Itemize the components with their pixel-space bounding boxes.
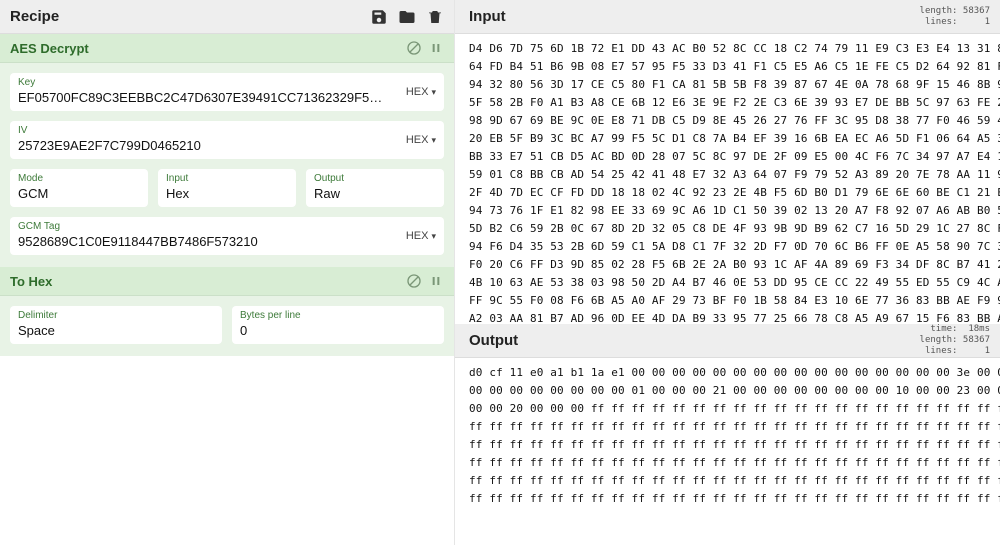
input-meta: length: 58367 lines: 1	[920, 6, 990, 28]
key-value[interactable]: EF05700FC89C3EEBBC2C47D6307E39491CC71362…	[18, 89, 436, 105]
gcm-tag-format-selector[interactable]: HEX▾	[406, 230, 436, 242]
disable-op-icon[interactable]	[406, 40, 422, 56]
output-format-field[interactable]: Output Raw	[306, 169, 444, 207]
iv-value[interactable]: 25723E9AE2F7C799D0465210	[18, 137, 436, 153]
pause-op-icon[interactable]	[428, 40, 444, 56]
mode-field[interactable]: Mode GCM	[10, 169, 148, 207]
op-name: To Hex	[10, 274, 400, 289]
recipe-empty-area[interactable]	[0, 356, 454, 545]
input-format-label: Input	[166, 173, 288, 185]
op-body-aes-decrypt: Key EF05700FC89C3EEBBC2C47D6307E39491CC7…	[0, 63, 454, 267]
disable-op-icon[interactable]	[406, 273, 422, 289]
output-format-value[interactable]: Raw	[314, 185, 436, 201]
output-format-label: Output	[314, 173, 436, 185]
recipe-header: Recipe	[0, 0, 454, 34]
op-header-aes-decrypt[interactable]: AES Decrypt	[0, 34, 454, 63]
input-block: Input length: 58367 lines: 1 D4 D6 7D 75…	[455, 0, 1000, 324]
gcm-tag-value[interactable]: 9528689C1C0E9118447BB7486F573210	[18, 233, 436, 249]
iv-format-selector[interactable]: HEX▾	[406, 134, 436, 146]
key-label: Key	[18, 77, 436, 89]
io-panel: Input length: 58367 lines: 1 D4 D6 7D 75…	[455, 0, 1000, 545]
bpl-value[interactable]: 0	[240, 322, 436, 338]
iv-label: IV	[18, 125, 436, 137]
op-body-to-hex: Delimiter Space Bytes per line 0	[0, 296, 454, 356]
save-icon[interactable]	[370, 8, 388, 26]
output-title: Output	[469, 332, 920, 349]
pause-op-icon[interactable]	[428, 273, 444, 289]
input-hex-area[interactable]: D4 D6 7D 75 6D 1B 72 E1 DD 43 AC B0 52 8…	[455, 34, 1000, 324]
input-format-field[interactable]: Input Hex	[158, 169, 296, 207]
op-name: AES Decrypt	[10, 41, 400, 56]
bpl-label: Bytes per line	[240, 310, 436, 322]
mode-value[interactable]: GCM	[18, 185, 140, 201]
output-hex-area[interactable]: d0 cf 11 e0 a1 b1 1a e1 00 00 00 00 00 0…	[455, 358, 1000, 545]
delimiter-value[interactable]: Space	[18, 322, 214, 338]
key-format-selector[interactable]: HEX▾	[406, 86, 436, 98]
input-format-value[interactable]: Hex	[166, 185, 288, 201]
output-block: Output time: 18ms length: 58367 lines: 1…	[455, 324, 1000, 545]
mode-label: Mode	[18, 173, 140, 185]
gcm-tag-field[interactable]: GCM Tag 9528689C1C0E9118447BB7486F573210…	[10, 217, 444, 255]
op-header-to-hex[interactable]: To Hex	[0, 267, 454, 296]
delimiter-label: Delimiter	[18, 310, 214, 322]
output-header: Output time: 18ms length: 58367 lines: 1	[455, 324, 1000, 358]
gcm-tag-label: GCM Tag	[18, 221, 436, 233]
recipe-panel: Recipe AES Decrypt Key EF05700FC89C3EEBB…	[0, 0, 455, 545]
iv-field[interactable]: IV 25723E9AE2F7C799D0465210 HEX▾	[10, 121, 444, 159]
delimiter-field[interactable]: Delimiter Space	[10, 306, 222, 344]
key-field[interactable]: Key EF05700FC89C3EEBBC2C47D6307E39491CC7…	[10, 73, 444, 111]
output-meta: time: 18ms length: 58367 lines: 1	[920, 324, 990, 357]
folder-icon[interactable]	[398, 8, 416, 26]
input-title: Input	[469, 8, 920, 25]
input-header: Input length: 58367 lines: 1	[455, 0, 1000, 34]
trash-icon[interactable]	[426, 8, 444, 26]
bytes-per-line-field[interactable]: Bytes per line 0	[232, 306, 444, 344]
recipe-title: Recipe	[10, 8, 360, 25]
